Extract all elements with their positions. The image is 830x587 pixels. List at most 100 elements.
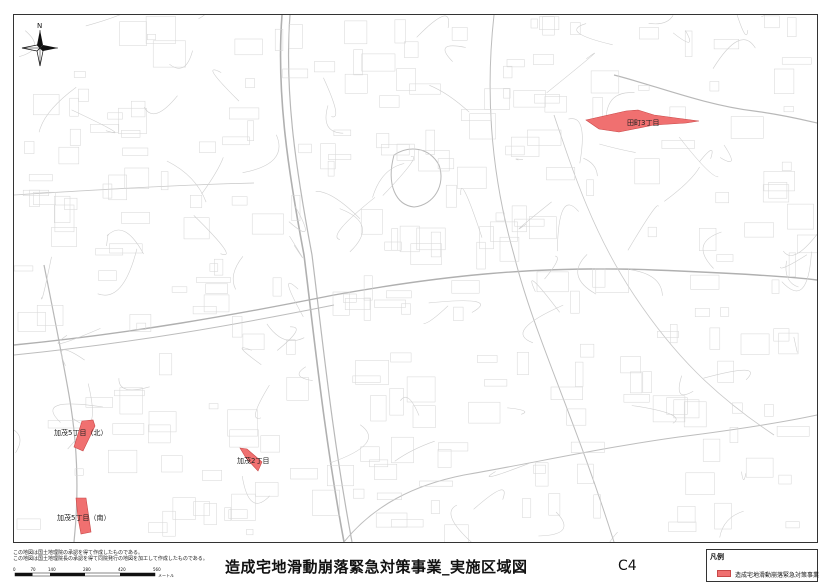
block-outline (171, 286, 188, 293)
road-line (201, 157, 224, 195)
block-outline (14, 265, 34, 272)
road-line (664, 166, 700, 202)
block-outline (787, 203, 814, 230)
map-area[interactable]: 田町3丁目 加茂5丁目（北） 加茂2丁目 加茂5丁目（南） N (13, 14, 818, 543)
block-outline (390, 352, 412, 363)
block-outline (406, 376, 436, 403)
block-outline (112, 423, 145, 435)
road-line (315, 190, 361, 220)
road-line (672, 30, 690, 43)
block-outline (379, 95, 400, 108)
block-outline (764, 15, 780, 29)
block-outline (527, 129, 562, 146)
block-outline (332, 291, 350, 316)
road-line (702, 231, 722, 269)
block-outline (661, 140, 695, 149)
block-outline (229, 107, 260, 120)
scale-tick-label: 70 (31, 567, 37, 572)
road-line (460, 188, 483, 238)
block-outline (745, 457, 774, 478)
block-outline (344, 20, 368, 45)
road-line (61, 349, 85, 366)
block-outline (575, 361, 584, 387)
block-outline (29, 189, 40, 207)
road-line (242, 134, 280, 173)
scale-tick-label: 420 (118, 567, 126, 572)
block-outline (370, 395, 387, 422)
block-outline (58, 146, 80, 165)
road-line (522, 304, 564, 344)
block-outline (401, 303, 411, 315)
road-line (323, 77, 337, 118)
block-outline (548, 493, 561, 516)
block-outline (363, 297, 371, 321)
road-line (703, 369, 751, 381)
block-outline (457, 166, 487, 189)
block-outline (196, 277, 231, 283)
road-line (14, 268, 817, 346)
block-outline (353, 49, 363, 76)
block-outline (404, 41, 419, 58)
sheet-number: C4 (618, 558, 637, 574)
block-outline (391, 436, 414, 464)
block-outline (17, 312, 46, 332)
block-outline (384, 241, 402, 251)
block-outline (247, 120, 254, 141)
road-line (193, 215, 227, 255)
block-outline (590, 70, 620, 94)
block-outline (353, 488, 365, 499)
block-outline (114, 389, 145, 397)
block-outline (231, 493, 256, 521)
block-outline (516, 352, 529, 375)
block-outline (647, 226, 657, 238)
block-outline (639, 27, 659, 40)
road-line (241, 475, 271, 504)
road-line (783, 233, 817, 256)
block-outline (477, 355, 498, 363)
road-line (382, 156, 415, 196)
block-outline (430, 500, 440, 514)
scale-tick-label: 280 (83, 567, 91, 572)
road-line (325, 105, 344, 134)
block-outline (69, 97, 79, 117)
legend: 凡例 造成宅地滑動崩落緊急対策事業 (706, 549, 819, 582)
block-outline (131, 100, 146, 118)
block-outline (771, 279, 780, 294)
legend-swatch-icon (717, 570, 731, 577)
block-outline (418, 150, 450, 172)
road-line (97, 248, 138, 296)
block-outline (550, 386, 583, 400)
road-line (166, 160, 207, 203)
road-line (780, 254, 808, 269)
road-line (553, 114, 775, 436)
block-outline (355, 360, 389, 385)
block-outline (286, 377, 309, 401)
block-outline (580, 343, 595, 358)
road-line (793, 336, 798, 353)
block-outline (396, 68, 416, 91)
block-outline (445, 184, 457, 208)
block-outline (544, 96, 567, 113)
north-arrow-icon (21, 30, 58, 67)
block-outline (479, 226, 494, 250)
block-outline (495, 212, 505, 222)
road-line (741, 471, 747, 480)
road-line (18, 30, 35, 57)
block-outline (592, 268, 606, 288)
road-line (719, 510, 744, 538)
map-title: 造成宅地滑動崩落緊急対策事業_実施区域図 (225, 558, 528, 576)
block-outline (484, 88, 510, 110)
road-line (546, 52, 595, 94)
block-outline (374, 463, 398, 480)
block-outline (360, 446, 380, 462)
block-outline (391, 228, 399, 251)
block-outline (352, 375, 381, 383)
block-outline (208, 403, 219, 410)
road-line (583, 157, 598, 177)
block-outline (202, 470, 222, 481)
block-outline (778, 474, 792, 485)
area-label-kamo5-north: 加茂5丁目（北） (54, 428, 107, 437)
block-outline (246, 529, 254, 536)
block-outline (24, 141, 35, 154)
block-outline (255, 482, 279, 497)
